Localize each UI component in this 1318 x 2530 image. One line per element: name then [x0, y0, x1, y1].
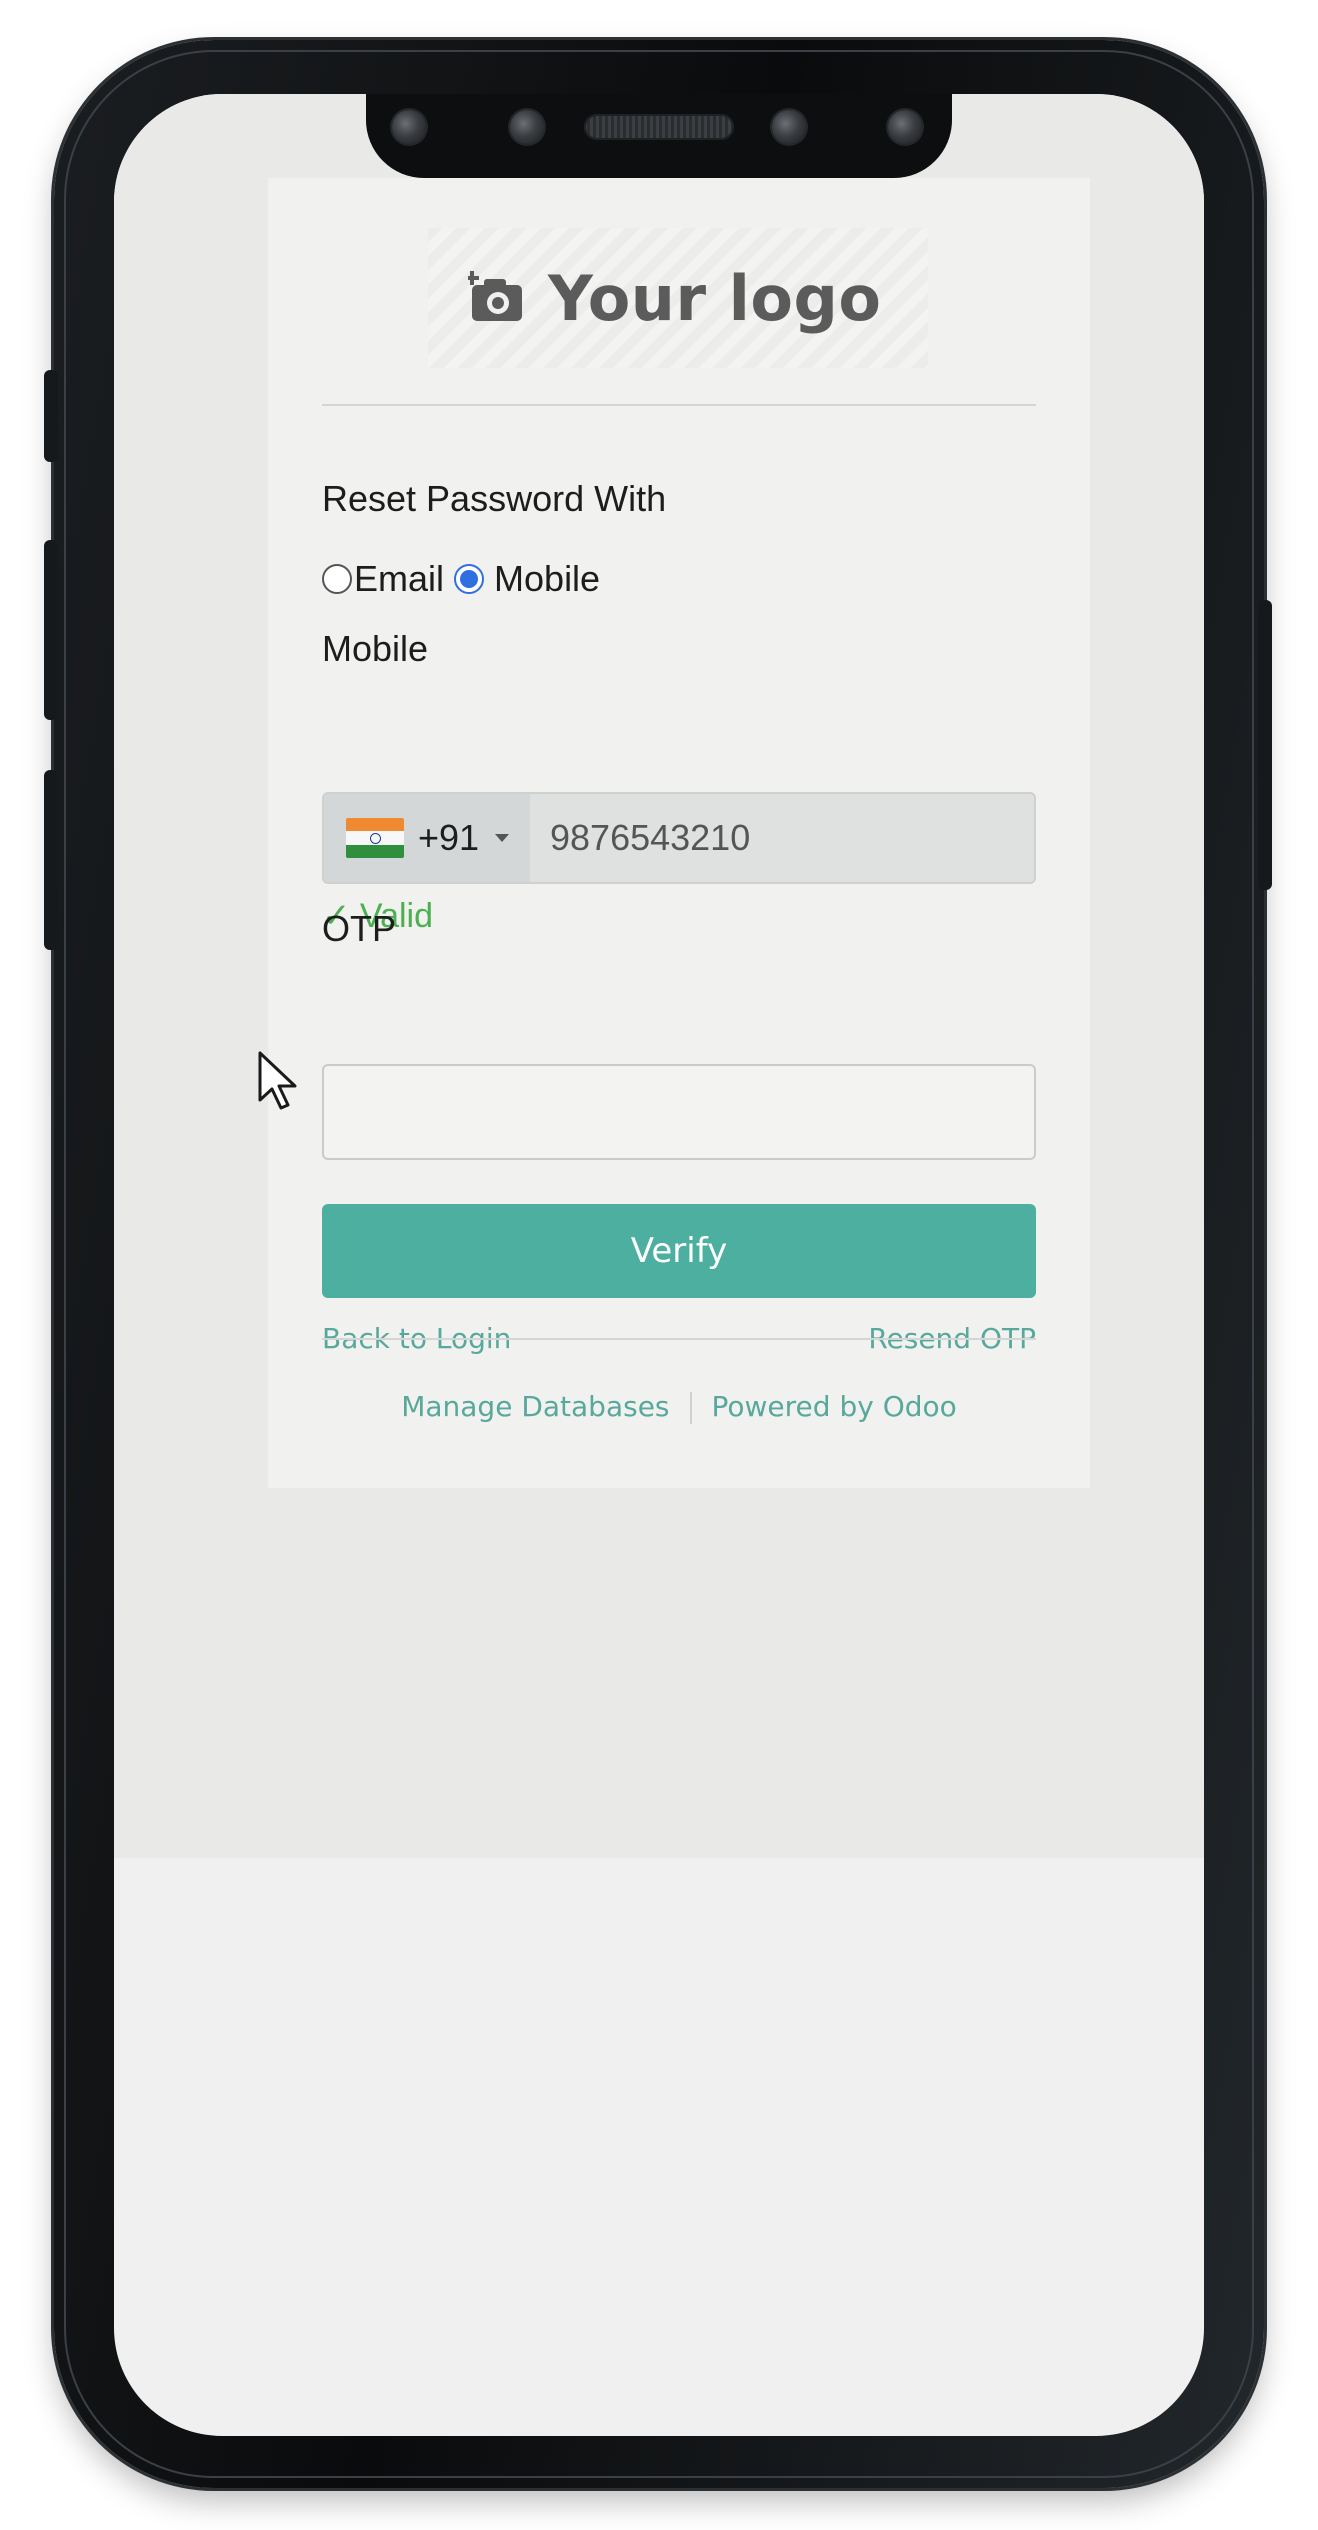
otp-label: OTP [322, 908, 397, 949]
manage-databases-link[interactable]: Manage Databases [401, 1390, 669, 1423]
mobile-label: Mobile [322, 628, 429, 669]
mobile-number-input[interactable] [530, 793, 1034, 883]
sensor-icon [510, 110, 544, 144]
front-camera-icon [772, 110, 806, 144]
reset-password-card: Your logo Reset Password With Email Mobi… [268, 178, 1090, 1488]
logo-area: Your logo [428, 228, 928, 368]
sensor-icon [392, 110, 426, 144]
mobile-radio-label[interactable]: Mobile [494, 558, 600, 600]
powered-by-odoo-link[interactable]: Powered by Odoo [712, 1390, 957, 1423]
reset-method-group: Email Mobile [322, 556, 600, 602]
reset-method-label: Reset Password With [322, 478, 667, 519]
otp-input[interactable] [322, 1064, 1036, 1160]
divider [322, 1338, 1036, 1340]
logo: Your logo [468, 258, 881, 338]
speaker-grille [584, 114, 734, 140]
verify-button[interactable]: Verify [322, 1204, 1036, 1298]
email-radio[interactable] [322, 564, 352, 594]
mouse-cursor-icon [258, 1051, 297, 1110]
power-button [1258, 600, 1272, 890]
sensor-icon [888, 110, 922, 144]
camera-icon [468, 271, 522, 321]
mute-switch [44, 370, 58, 462]
email-radio-label[interactable]: Email [354, 558, 444, 600]
volume-down-button [44, 770, 58, 950]
chevron-down-icon [495, 834, 510, 842]
country-code-dropdown[interactable]: +91 [324, 794, 530, 882]
phone-notch [366, 94, 952, 178]
india-flag-icon [346, 818, 404, 858]
mobile-radio[interactable] [454, 564, 485, 594]
footer-separator [689, 1392, 692, 1424]
phone-screen: Your logo Reset Password With Email Mobi… [114, 94, 1204, 2436]
footer: Manage Databases Powered by Odoo [268, 1390, 1090, 1424]
mobile-field: +91 [322, 792, 1036, 884]
divider [322, 404, 1036, 406]
logo-text: Your logo [548, 261, 882, 335]
volume-up-button [44, 540, 58, 720]
dial-code: +91 [418, 817, 480, 858]
